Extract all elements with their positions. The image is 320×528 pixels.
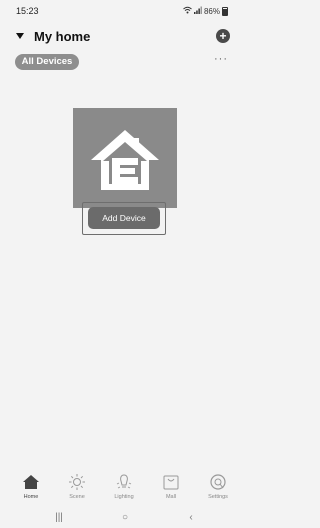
tab-lighting[interactable]: Lighting bbox=[100, 470, 148, 508]
wifi-icon bbox=[183, 6, 192, 16]
tab-label: Scene bbox=[69, 494, 85, 500]
signal-icon bbox=[193, 6, 202, 16]
house-logo-icon bbox=[73, 108, 177, 208]
home-icon bbox=[23, 475, 39, 489]
empty-state-illustration bbox=[73, 108, 177, 208]
add-device-button[interactable]: Add Device bbox=[88, 207, 160, 229]
battery-percent: 86% bbox=[203, 6, 220, 16]
system-nav-bar: ||| ○ ‹ bbox=[0, 508, 242, 528]
home-title[interactable]: My home bbox=[34, 29, 90, 44]
recents-button[interactable]: ||| bbox=[44, 510, 74, 526]
home-switch-caret-icon[interactable] bbox=[16, 33, 24, 39]
tab-mall[interactable]: Mall bbox=[147, 470, 195, 508]
tab-label: Lighting bbox=[114, 494, 134, 500]
shopping-bag-icon bbox=[163, 475, 179, 490]
tab-label: Home bbox=[23, 494, 39, 500]
status-time: 15:23 bbox=[16, 6, 39, 16]
sun-icon bbox=[69, 474, 85, 490]
battery-icon bbox=[222, 6, 228, 16]
status-bar: 15:23 86% bbox=[0, 0, 242, 22]
add-icon[interactable]: + bbox=[216, 29, 230, 43]
tab-all-devices[interactable]: All Devices bbox=[15, 54, 79, 70]
tab-label: Settings bbox=[208, 494, 228, 500]
tab-home[interactable]: Home bbox=[7, 470, 55, 508]
back-button[interactable]: ‹ bbox=[176, 510, 206, 526]
status-indicators: 86% bbox=[183, 6, 228, 16]
more-options-icon[interactable]: ··· bbox=[214, 53, 228, 65]
home-button[interactable]: ○ bbox=[110, 510, 140, 526]
bulb-icon bbox=[116, 474, 132, 489]
header: My home + bbox=[0, 26, 242, 48]
tab-settings[interactable]: Settings bbox=[194, 470, 242, 508]
tab-scene[interactable]: Scene bbox=[53, 470, 101, 508]
gear-icon bbox=[210, 474, 226, 490]
tab-label: Mall bbox=[165, 494, 177, 500]
bottom-tab-bar: Home Scene Lighting Mall Settings bbox=[0, 470, 242, 508]
